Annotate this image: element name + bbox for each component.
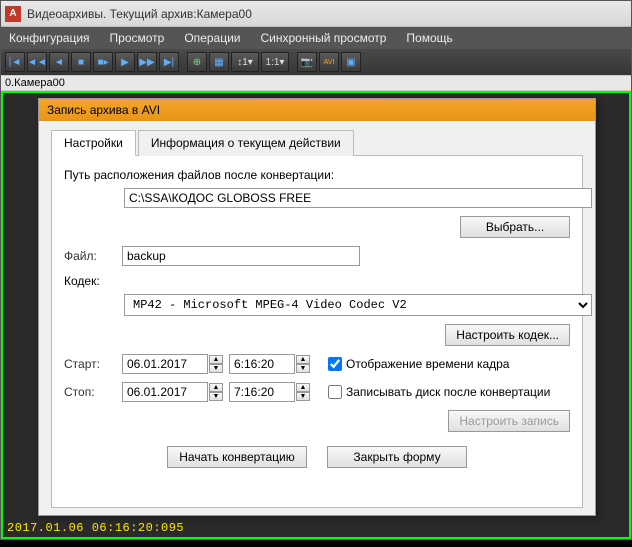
play-step-icon[interactable]: ■▸ [93, 52, 113, 72]
stop-date-spinner[interactable]: ▲▼ [209, 383, 223, 401]
start-date-spinner[interactable]: ▲▼ [209, 355, 223, 373]
video-timestamp: 2017.01.06 06:16:20:095 [7, 521, 184, 535]
start-time-input[interactable] [229, 354, 295, 374]
path-label: Путь расположения файлов после конвертац… [64, 168, 570, 182]
titlebar: A Видеоархивы. Текущий архив:Камера00 [1, 1, 631, 27]
start-date-input[interactable] [122, 354, 208, 374]
burn-checkbox[interactable] [328, 385, 342, 399]
rewind-icon[interactable]: ◄◄ [27, 52, 47, 72]
play-icon[interactable]: ▶ [115, 52, 135, 72]
menu-help[interactable]: Помощь [406, 31, 452, 45]
ff-icon[interactable]: ▶▶ [137, 52, 157, 72]
record-settings-button: Настроить запись [448, 410, 570, 432]
burn-checkbox-row[interactable]: Записывать диск после конвертации [328, 385, 550, 399]
file-label: Файл: [64, 249, 122, 263]
tab-log[interactable]: Информация о текущем действии [138, 130, 354, 156]
stop-date-input[interactable] [122, 382, 208, 402]
menu-sync[interactable]: Синхронный просмотр [260, 31, 386, 45]
snapshot-icon[interactable]: 📷 [297, 52, 317, 72]
camera-label: 0.Камера00 [5, 77, 65, 89]
stop-icon[interactable]: ■ [71, 52, 91, 72]
stop-time-input[interactable] [229, 382, 295, 402]
main-window: A Видеоархивы. Текущий архив:Камера00 Ко… [0, 0, 632, 540]
path-input[interactable] [124, 188, 592, 208]
export-dialog: Запись архива в AVI Настройки Информация… [38, 98, 596, 516]
menu-ops[interactable]: Операции [184, 31, 240, 45]
globe-icon[interactable]: ⊕ [187, 52, 207, 72]
start-convert-button[interactable]: Начать конвертацию [167, 446, 307, 468]
close-form-button[interactable]: Закрыть форму [327, 446, 467, 468]
avi-icon[interactable]: AVI [319, 52, 339, 72]
browse-button[interactable]: Выбрать... [460, 216, 570, 238]
window-title: Видеоархивы. Текущий архив:Камера00 [27, 7, 252, 21]
start-label: Старт: [64, 357, 122, 371]
start-time-spinner[interactable]: ▲▼ [296, 355, 310, 373]
stop-label: Стоп: [64, 385, 122, 399]
burn-checkbox-label: Записывать диск после конвертации [346, 385, 550, 399]
dialog-title: Запись архива в AVI [39, 99, 595, 121]
tab-pane: Путь расположения файлов после конвертац… [51, 156, 583, 508]
codec-settings-button[interactable]: Настроить кодек... [445, 324, 570, 346]
timestamp-checkbox[interactable] [328, 357, 342, 371]
menubar: Конфигурация Просмотр Операции Синхронны… [1, 27, 631, 49]
last-icon[interactable]: ▶| [159, 52, 179, 72]
speed1-icon[interactable]: ↕1▾ [231, 52, 259, 72]
menu-view[interactable]: Просмотр [110, 31, 165, 45]
speed2-icon[interactable]: 1:1▾ [261, 52, 289, 72]
codec-select[interactable]: MP42 - Microsoft MPEG-4 Video Codec V2 [124, 294, 592, 316]
stop-time-spinner[interactable]: ▲▼ [296, 383, 310, 401]
timestamp-checkbox-row[interactable]: Отображение времени кадра [328, 357, 509, 371]
toolbar: |◄ ◄◄ ◄ ■ ■▸ ▶ ▶▶ ▶| ⊕ ▦ ↕1▾ 1:1▾ 📷 AVI … [1, 49, 631, 75]
app-icon: A [5, 6, 21, 22]
video-viewport: Запись архива в AVI Настройки Информация… [1, 91, 631, 539]
prev-icon[interactable]: ◄ [49, 52, 69, 72]
camera-bar: 0.Камера00 [1, 75, 631, 91]
menu-config[interactable]: Конфигурация [9, 31, 90, 45]
dialog-tabs: Настройки Информация о текущем действии [51, 129, 583, 156]
tab-settings[interactable]: Настройки [51, 130, 136, 156]
export-icon[interactable]: ▣ [341, 52, 361, 72]
codec-label: Кодек: [64, 274, 570, 288]
file-input[interactable] [122, 246, 360, 266]
timestamp-checkbox-label: Отображение времени кадра [346, 357, 509, 371]
layout-icon[interactable]: ▦ [209, 52, 229, 72]
first-icon[interactable]: |◄ [5, 52, 25, 72]
